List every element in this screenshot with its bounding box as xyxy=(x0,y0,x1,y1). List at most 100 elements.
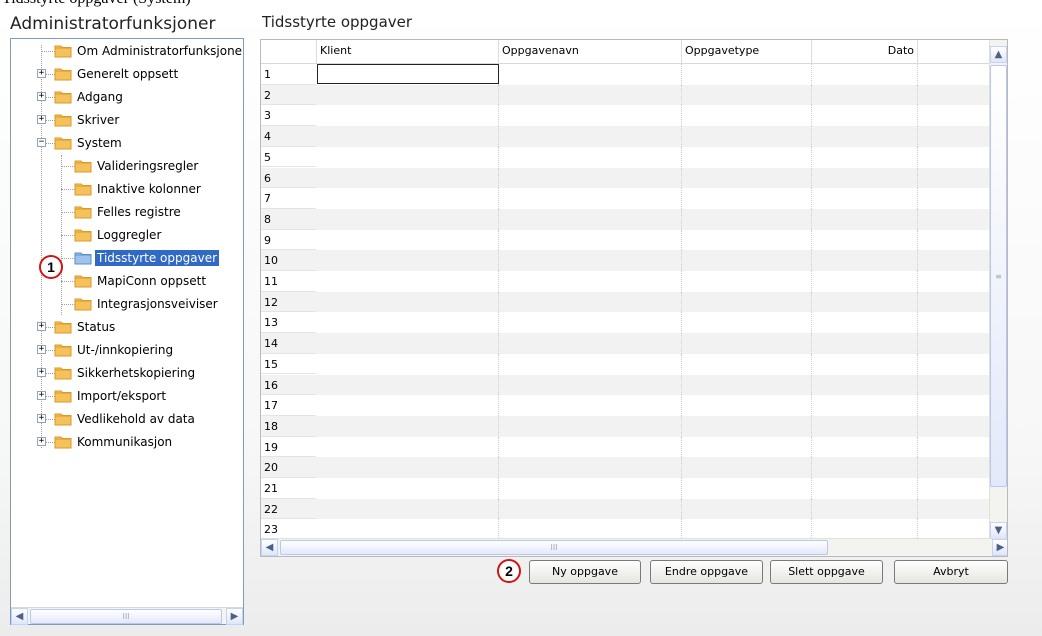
table-row[interactable]: 22 xyxy=(261,498,991,520)
table-cell[interactable] xyxy=(682,271,812,292)
table-cell[interactable] xyxy=(682,519,812,540)
table-cell[interactable] xyxy=(812,478,918,499)
table-cell[interactable] xyxy=(317,291,499,313)
tree-horizontal-scrollbar[interactable]: ◀ III ▶ xyxy=(11,607,243,625)
tree-item-kommunikasjon[interactable]: + Kommunikasjon xyxy=(11,431,243,453)
table-cell[interactable] xyxy=(317,519,499,540)
table-cell[interactable] xyxy=(682,478,812,499)
scroll-left-icon[interactable]: ◀ xyxy=(261,539,278,556)
table-cell[interactable] xyxy=(682,208,812,230)
horizontal-scroll-thumb[interactable]: III xyxy=(280,540,828,555)
scroll-up-icon[interactable]: ▲ xyxy=(990,46,1007,63)
table-cell[interactable] xyxy=(317,478,499,499)
tree-item-loggregler[interactable]: Loggregler xyxy=(11,224,243,246)
table-cell[interactable] xyxy=(499,478,682,499)
table-cell[interactable] xyxy=(812,126,918,147)
table-cell[interactable] xyxy=(499,374,682,396)
tree-item-import-eksport[interactable]: + Import/eksport xyxy=(11,385,243,407)
table-cell[interactable] xyxy=(317,436,499,458)
table-cell[interactable] xyxy=(682,312,812,334)
table-row[interactable]: 16 xyxy=(261,374,991,396)
table-cell[interactable] xyxy=(317,208,499,230)
tree-item-inaktive-kolonner[interactable]: Inaktive kolonner xyxy=(11,178,243,200)
table-cell[interactable] xyxy=(317,146,499,168)
table-cell[interactable] xyxy=(499,188,682,209)
table-cell[interactable] xyxy=(812,250,918,271)
table-cell[interactable] xyxy=(499,64,682,85)
table-cell[interactable] xyxy=(812,271,918,292)
table-row[interactable]: 19 xyxy=(261,436,991,458)
table-cell[interactable] xyxy=(812,395,918,416)
table-cell[interactable] xyxy=(682,415,812,437)
table-row[interactable]: 1 xyxy=(261,64,991,85)
table-cell[interactable] xyxy=(499,333,682,354)
table-cell[interactable] xyxy=(812,208,918,230)
active-cell[interactable] xyxy=(317,64,499,84)
table-row[interactable]: 18 xyxy=(261,415,991,437)
table-cell[interactable] xyxy=(317,126,499,147)
expand-icon[interactable]: + xyxy=(37,391,46,400)
tree-item-sikkerhetskopiering[interactable]: + Sikkerhetskopiering xyxy=(11,362,243,384)
table-cell[interactable] xyxy=(499,353,682,375)
table-cell[interactable] xyxy=(499,229,682,251)
table-row[interactable]: 12 xyxy=(261,291,991,313)
column-header-oppgavenavn[interactable]: Oppgavenavn xyxy=(499,40,682,64)
table-cell[interactable] xyxy=(682,291,812,313)
table-cell[interactable] xyxy=(499,457,682,478)
collapse-icon[interactable]: − xyxy=(37,138,46,147)
table-cell[interactable] xyxy=(812,333,918,354)
tree-item-felles-registre[interactable]: Felles registre xyxy=(11,201,243,223)
tree-item-ut-innkopiering[interactable]: + Ut-/innkopiering xyxy=(11,339,243,361)
delete-task-button[interactable]: Slett oppgave xyxy=(770,560,883,584)
vertical-scroll-thumb[interactable]: ≡ xyxy=(990,65,1007,487)
table-cell[interactable] xyxy=(499,167,682,189)
table-cell[interactable] xyxy=(499,208,682,230)
table-cell[interactable] xyxy=(317,250,499,271)
table-cell[interactable] xyxy=(682,333,812,354)
table-cell[interactable] xyxy=(317,312,499,334)
table-row[interactable]: 5 xyxy=(261,146,991,168)
table-row[interactable]: 8 xyxy=(261,208,991,230)
column-header-klient[interactable]: Klient xyxy=(317,40,499,64)
table-cell[interactable] xyxy=(317,457,499,478)
table-cell[interactable] xyxy=(812,291,918,313)
table-cell[interactable] xyxy=(812,105,918,127)
table-row[interactable]: 3 xyxy=(261,105,991,127)
scroll-right-icon[interactable]: ▶ xyxy=(992,539,1007,556)
table-cell[interactable] xyxy=(499,105,682,127)
table-cell[interactable] xyxy=(682,167,812,189)
table-cell[interactable] xyxy=(317,395,499,416)
table-cell[interactable] xyxy=(682,146,812,168)
table-cell[interactable] xyxy=(499,146,682,168)
tree-item-integrasjonsveiviser[interactable]: Integrasjonsveiviser xyxy=(11,293,243,315)
table-row[interactable]: 15 xyxy=(261,353,991,375)
table-cell[interactable] xyxy=(317,84,499,106)
table-cell[interactable] xyxy=(812,146,918,168)
tree-item-generelt-oppsett[interactable]: + Generelt oppsett xyxy=(11,63,243,85)
table-cell[interactable] xyxy=(682,498,812,520)
table-cell[interactable] xyxy=(682,126,812,147)
table-cell[interactable] xyxy=(682,250,812,271)
column-header-oppgavetype[interactable]: Oppgavetype xyxy=(682,40,812,64)
expand-icon[interactable]: + xyxy=(37,414,46,423)
cancel-button[interactable]: Avbryt xyxy=(894,560,1008,584)
scroll-left-icon[interactable]: ◀ xyxy=(11,608,28,625)
table-row[interactable]: 21 xyxy=(261,478,991,499)
table-row[interactable]: 7 xyxy=(261,188,991,209)
tree-item-status[interactable]: + Status xyxy=(11,316,243,338)
grid-vertical-scrollbar[interactable]: ▲ ≡ ▼ xyxy=(989,40,1007,540)
table-row[interactable]: 23 xyxy=(261,519,991,540)
table-cell[interactable] xyxy=(812,188,918,209)
table-cell[interactable] xyxy=(499,415,682,437)
expand-icon[interactable]: + xyxy=(37,69,46,78)
table-cell[interactable] xyxy=(812,353,918,375)
table-cell[interactable] xyxy=(499,84,682,106)
table-cell[interactable] xyxy=(499,436,682,458)
table-cell[interactable] xyxy=(682,84,812,106)
expand-icon[interactable]: + xyxy=(37,368,46,377)
new-task-button[interactable]: Ny oppgave xyxy=(529,560,641,584)
tree-item-system[interactable]: − System xyxy=(11,132,243,154)
table-cell[interactable] xyxy=(812,457,918,478)
table-row[interactable]: 11 xyxy=(261,271,991,292)
table-cell[interactable] xyxy=(812,84,918,106)
